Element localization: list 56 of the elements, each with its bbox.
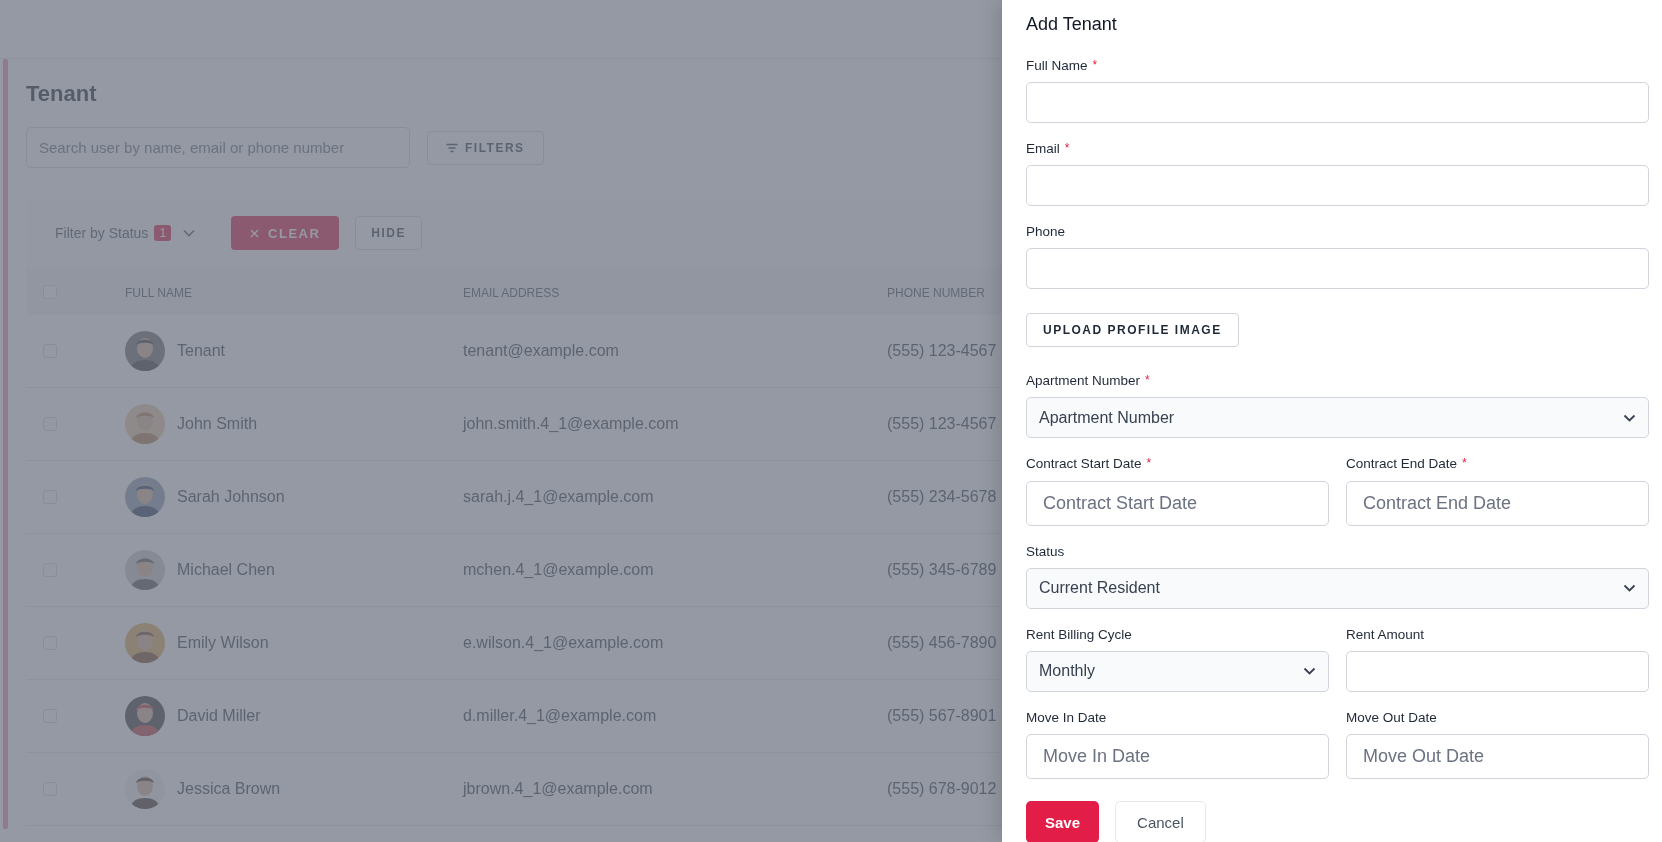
field-label: Full Name bbox=[1026, 57, 1088, 74]
email-cell: e.wilson.4_1@example.com bbox=[463, 634, 664, 652]
select-field[interactable]: Current Resident bbox=[1026, 567, 1649, 609]
email-cell: sarah.j.4_1@example.com bbox=[463, 488, 654, 506]
date-field[interactable]: Contract Start Date bbox=[1026, 480, 1329, 526]
select-field[interactable]: Monthly bbox=[1026, 650, 1329, 692]
tenant-name: Jessica Brown bbox=[177, 780, 281, 799]
field-label: Move In Date bbox=[1026, 709, 1107, 727]
phone-cell: (555) 123-4567 bbox=[887, 415, 997, 433]
date-field[interactable]: Move In Date bbox=[1026, 734, 1329, 780]
required-mark: * bbox=[1092, 57, 1098, 74]
chevron-down-icon bbox=[1303, 667, 1316, 676]
email-cell: d.miller.4_1@example.com bbox=[463, 707, 657, 725]
field-label: Email bbox=[1026, 140, 1060, 157]
page-title: Tenant bbox=[26, 81, 97, 108]
required-mark: * bbox=[1462, 456, 1467, 473]
required-mark: * bbox=[1064, 140, 1070, 157]
date-field[interactable]: Contract End Date bbox=[1346, 480, 1649, 526]
email-cell: jbrown.4_1@example.com bbox=[463, 780, 653, 798]
tenant-name: David Miller bbox=[177, 707, 261, 726]
save-button[interactable]: Save bbox=[1026, 801, 1100, 842]
tenant-name: John Smith bbox=[177, 415, 258, 434]
tenant-name: Michael Chen bbox=[177, 561, 275, 580]
date-field[interactable]: Move Out Date bbox=[1346, 734, 1649, 780]
field-label: Rent Billing Cycle bbox=[1026, 626, 1132, 643]
phone-cell: (555) 123-4567 bbox=[887, 342, 997, 360]
email-cell: tenant@example.com bbox=[463, 342, 619, 360]
phone-cell: (555) 567-8901 bbox=[887, 707, 997, 725]
phone-cell: (555) 456-7890 bbox=[887, 634, 997, 652]
chevron-down-icon bbox=[1623, 584, 1636, 593]
drawer-title: Add Tenant bbox=[1026, 14, 1117, 36]
email-cell: mchen.4_1@example.com bbox=[463, 561, 654, 579]
tenant-name: Sarah Johnson bbox=[177, 488, 285, 507]
email-cell: john.smith.4_1@example.com bbox=[463, 415, 679, 433]
phone-cell: (555) 345-6789 bbox=[887, 561, 997, 579]
field-label: Apartment Number bbox=[1026, 373, 1141, 390]
field-label: Contract Start Date bbox=[1026, 456, 1142, 473]
phone-cell: (555) 678-9012 bbox=[887, 780, 997, 798]
phone-cell: (555) 234-5678 bbox=[887, 488, 997, 506]
cancel-button[interactable]: Cancel bbox=[1115, 801, 1206, 842]
field-label: Contract End Date bbox=[1346, 456, 1458, 473]
input-field[interactable] bbox=[1026, 81, 1649, 123]
field-label: Status bbox=[1026, 543, 1065, 560]
input-field[interactable] bbox=[1346, 650, 1649, 692]
input-field[interactable] bbox=[1026, 248, 1649, 290]
field-label: Rent Amount bbox=[1346, 626, 1425, 643]
input-field[interactable] bbox=[1026, 164, 1649, 206]
tenant-name: Tenant bbox=[177, 342, 226, 361]
upload-image-button[interactable]: UPLOAD PROFILE IMAGE bbox=[1026, 313, 1239, 348]
chevron-down-icon bbox=[1623, 413, 1636, 422]
field-label: Phone bbox=[1026, 223, 1066, 241]
required-mark: * bbox=[1145, 373, 1150, 390]
required-mark: * bbox=[1146, 456, 1152, 473]
field-label: Move Out Date bbox=[1346, 709, 1437, 727]
select-field[interactable]: Apartment Number bbox=[1026, 397, 1649, 439]
tenant-name: Emily Wilson bbox=[177, 634, 269, 653]
